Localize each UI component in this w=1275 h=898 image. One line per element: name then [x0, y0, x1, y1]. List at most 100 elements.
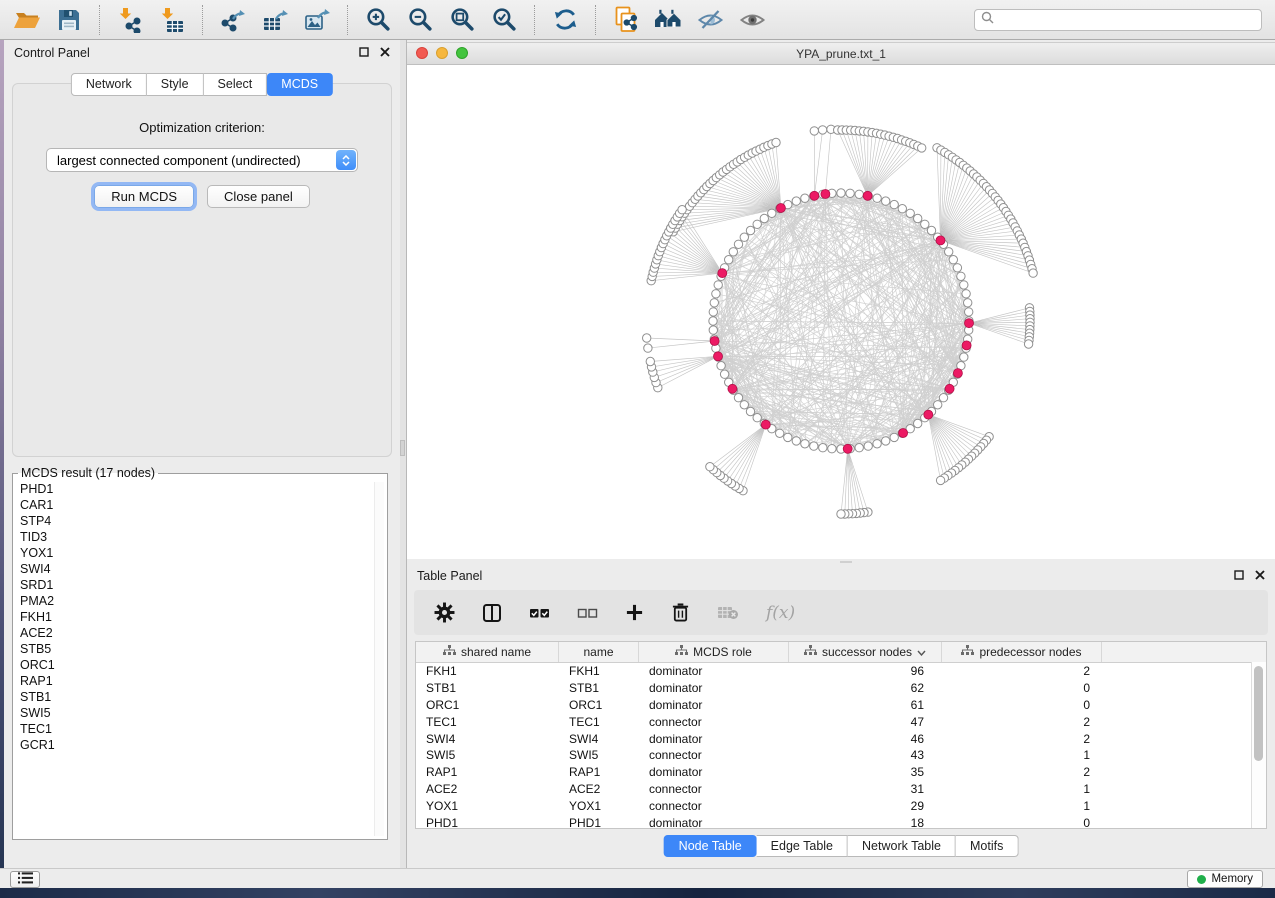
export-network-icon[interactable]: [212, 4, 254, 36]
show-eye-icon[interactable]: [731, 4, 773, 36]
table-settings-gear-icon[interactable]: [434, 602, 455, 623]
zoom-fit-icon[interactable]: [441, 4, 483, 36]
mcds-result-item[interactable]: CAR1: [20, 497, 373, 513]
column-header-empty: [1102, 642, 1266, 662]
column-header-predecessor-nodes[interactable]: predecessor nodes: [942, 642, 1102, 662]
column-header-shared-name[interactable]: shared name: [416, 642, 559, 662]
table-cell: FKH1: [559, 664, 639, 678]
mcds-result-item[interactable]: PMA2: [20, 593, 373, 609]
close-panel-icon[interactable]: [1255, 569, 1265, 583]
minimize-window-icon[interactable]: [436, 47, 448, 59]
mcds-result-list: PHD1CAR1STP4TID3YOX1SWI4SRD1PMA2FKH1ACE2…: [13, 480, 373, 839]
tab-edge-table[interactable]: Edge Table: [757, 835, 848, 857]
tab-style[interactable]: Style: [147, 73, 204, 96]
close-panel-button[interactable]: Close panel: [207, 185, 310, 208]
import-network-icon[interactable]: [109, 4, 151, 36]
delete-column-icon[interactable]: [671, 602, 690, 623]
table-scrollbar-thumb[interactable]: [1254, 666, 1263, 761]
tab-network[interactable]: Network: [71, 73, 147, 96]
add-column-icon[interactable]: [625, 603, 644, 622]
mcds-result-item[interactable]: TID3: [20, 529, 373, 545]
table-row[interactable]: FKH1FKH1dominator962: [416, 663, 1266, 680]
close-window-icon[interactable]: [416, 47, 428, 59]
table-cell: PHD1: [416, 816, 559, 830]
mcds-result-item[interactable]: RAP1: [20, 673, 373, 689]
result-list-scrollbar[interactable]: [374, 482, 384, 836]
mcds-result-item[interactable]: GCR1: [20, 737, 373, 753]
table-row[interactable]: SWI5SWI5connector431: [416, 747, 1266, 764]
column-view-icon[interactable]: [482, 603, 502, 623]
network-canvas[interactable]: [407, 65, 1275, 559]
toolbar-group: [605, 4, 773, 36]
table-row[interactable]: PHD1PHD1dominator180: [416, 814, 1266, 831]
save-session-icon[interactable]: [48, 4, 90, 36]
mcds-result-item[interactable]: STB5: [20, 641, 373, 657]
table-cell: dominator: [639, 664, 789, 678]
tab-network-table[interactable]: Network Table: [848, 835, 956, 857]
mcds-result-item[interactable]: SRD1: [20, 577, 373, 593]
tab-node-table[interactable]: Node Table: [664, 835, 757, 857]
search-input[interactable]: [994, 10, 1261, 30]
share-network-file-icon[interactable]: [605, 4, 647, 36]
open-session-icon[interactable]: [6, 4, 48, 36]
tab-motifs[interactable]: Motifs: [956, 835, 1018, 857]
control-panel-header: Control Panel: [4, 40, 400, 66]
memory-button[interactable]: Memory: [1187, 870, 1263, 888]
sort-chevron-icon[interactable]: [917, 645, 926, 659]
zoom-selected-icon[interactable]: [483, 4, 525, 36]
float-panel-icon[interactable]: [359, 46, 369, 60]
maximize-window-icon[interactable]: [456, 47, 468, 59]
table-row[interactable]: ACE2ACE2connector311: [416, 781, 1266, 798]
mcds-result-item[interactable]: PHD1: [20, 481, 373, 497]
export-image-icon[interactable]: [296, 4, 338, 36]
mcds-result-item[interactable]: TEC1: [20, 721, 373, 737]
zoom-in-icon[interactable]: [357, 4, 399, 36]
table-row[interactable]: RAP1RAP1dominator352: [416, 764, 1266, 781]
search-icon: [981, 11, 994, 29]
column-header-MCDS-role[interactable]: MCDS role: [639, 642, 789, 662]
mcds-result-item[interactable]: SWI5: [20, 705, 373, 721]
node-table: shared namenameMCDS rolesuccessor nodesp…: [415, 641, 1267, 829]
toolbar-group: [212, 4, 338, 36]
export-table-icon[interactable]: [254, 4, 296, 36]
column-header-name[interactable]: name: [559, 642, 639, 662]
mcds-result-item[interactable]: ORC1: [20, 657, 373, 673]
mcds-result-item[interactable]: SWI4: [20, 561, 373, 577]
search-field[interactable]: [974, 9, 1262, 31]
home-icon[interactable]: [647, 4, 689, 36]
mcds-result-item[interactable]: YOX1: [20, 545, 373, 561]
tab-select[interactable]: Select: [204, 73, 268, 96]
table-row[interactable]: TEC1TEC1connector472: [416, 713, 1266, 730]
table-cell: 43: [789, 748, 942, 762]
zoom-out-icon[interactable]: [399, 4, 441, 36]
table-cell: connector: [639, 782, 789, 796]
toolbar-separator: [534, 5, 535, 35]
mcds-result-item[interactable]: STP4: [20, 513, 373, 529]
table-row[interactable]: SWI4SWI4dominator462: [416, 730, 1266, 747]
deselect-all-icon[interactable]: [577, 606, 598, 620]
run-mcds-button[interactable]: Run MCDS: [94, 185, 194, 208]
criterion-dropdown[interactable]: largest connected component (undirected): [46, 148, 358, 172]
table-cell: PHD1: [559, 816, 639, 830]
table-panel: Table Panel f(x) shared namenameMCDS rol…: [407, 563, 1275, 868]
table-row[interactable]: YOX1YOX1connector291: [416, 797, 1266, 814]
network-graph[interactable]: [407, 65, 1275, 559]
mcds-result-item[interactable]: STB1: [20, 689, 373, 705]
close-panel-icon[interactable]: [380, 46, 390, 60]
float-panel-icon[interactable]: [1234, 569, 1244, 583]
table-cell: dominator: [639, 732, 789, 746]
vertical-splitter-handle[interactable]: [400, 440, 405, 456]
table-row[interactable]: ORC1ORC1dominator610: [416, 697, 1266, 714]
mcds-result-item[interactable]: FKH1: [20, 609, 373, 625]
table-scrollbar[interactable]: [1251, 662, 1266, 828]
column-header-successor-nodes[interactable]: successor nodes: [789, 642, 942, 662]
import-table-icon[interactable]: [151, 4, 193, 36]
task-history-button[interactable]: [10, 871, 40, 888]
toolbar-separator: [595, 5, 596, 35]
hide-eye-icon[interactable]: [689, 4, 731, 36]
refresh-network-icon[interactable]: [544, 4, 586, 36]
select-all-icon[interactable]: [529, 606, 550, 620]
tab-mcds[interactable]: MCDS: [267, 73, 333, 96]
mcds-result-item[interactable]: ACE2: [20, 625, 373, 641]
table-row[interactable]: STB1STB1dominator620: [416, 680, 1266, 697]
